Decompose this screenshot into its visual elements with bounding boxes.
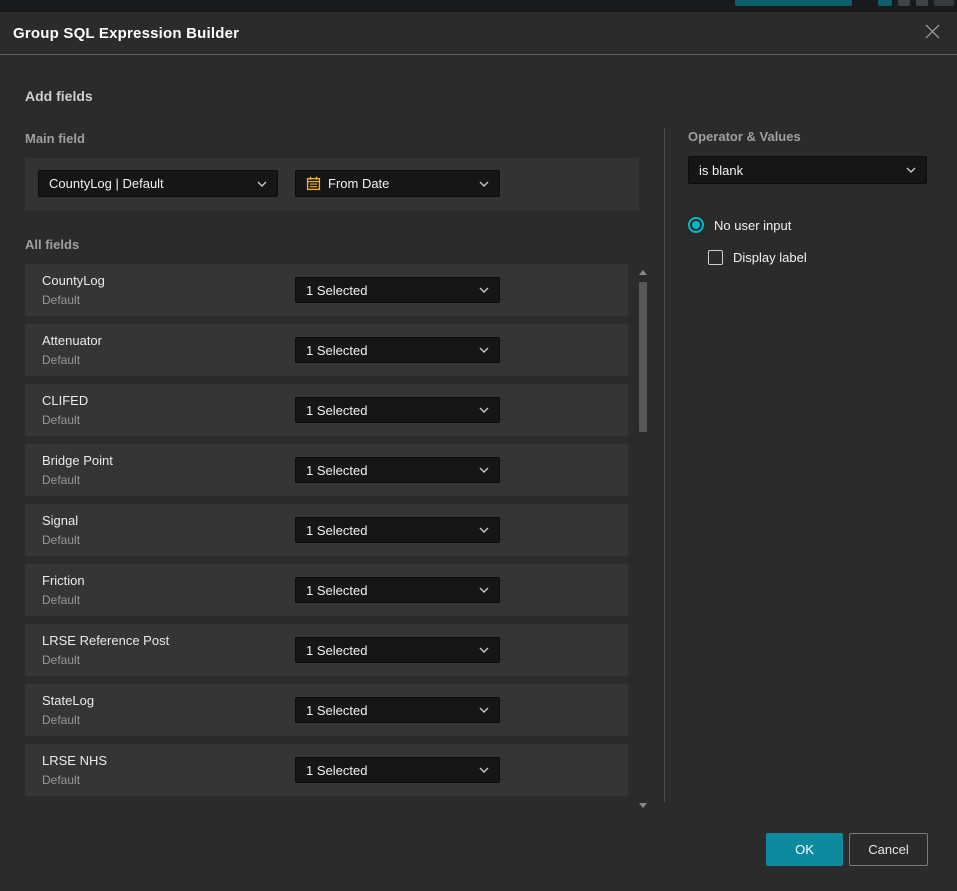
field-row: LRSE NHS Default 1 Selected [25, 744, 628, 796]
main-field-source-value: CountyLog | Default [49, 176, 164, 191]
chevron-down-icon [257, 181, 267, 187]
background-toolbar-fragment [878, 0, 892, 6]
scrollbar-up-arrow[interactable] [639, 270, 647, 275]
field-row-selected-dropdown[interactable]: 1 Selected [295, 577, 500, 603]
chevron-down-icon [479, 527, 489, 533]
main-field-field-dropdown[interactable]: From Date [295, 170, 500, 197]
field-row-selected-value: 1 Selected [306, 343, 367, 358]
main-field-source-dropdown[interactable]: CountyLog | Default [38, 170, 278, 197]
field-row-selected-value: 1 Selected [306, 703, 367, 718]
chevron-down-icon [479, 647, 489, 653]
field-row: StateLog Default 1 Selected [25, 684, 628, 736]
scrollbar-thumb[interactable] [639, 282, 647, 432]
field-row-selected-value: 1 Selected [306, 583, 367, 598]
chevron-down-icon [479, 707, 489, 713]
chevron-down-icon [479, 407, 489, 413]
main-field-panel: CountyLog | Default From Date [25, 158, 639, 211]
field-row-subtitle: Default [42, 353, 80, 367]
field-row-name: CountyLog [42, 273, 105, 288]
no-user-input-radio[interactable]: No user input [688, 217, 791, 233]
field-row-selected-dropdown[interactable]: 1 Selected [295, 637, 500, 663]
list-scrollbar [638, 264, 648, 810]
chevron-down-icon [906, 167, 916, 173]
field-row-selected-dropdown[interactable]: 1 Selected [295, 757, 500, 783]
field-row-selected-dropdown[interactable]: 1 Selected [295, 277, 500, 303]
no-user-input-label: No user input [714, 218, 791, 233]
radio-selected-icon [688, 217, 704, 233]
field-row-name: LRSE Reference Post [42, 633, 169, 648]
field-row-selected-value: 1 Selected [306, 643, 367, 658]
operator-value: is blank [699, 163, 743, 178]
calendar-date-icon [306, 176, 321, 191]
checkbox-unchecked-icon [708, 250, 723, 265]
close-icon [924, 23, 941, 43]
field-row-name: Attenuator [42, 333, 102, 348]
chevron-down-icon [479, 767, 489, 773]
scrollbar-down-arrow[interactable] [639, 803, 647, 808]
add-fields-heading: Add fields [25, 88, 93, 104]
all-fields-list: CountyLog Default 1 Selected Attenuator … [25, 264, 628, 804]
field-row-subtitle: Default [42, 773, 80, 787]
main-field-label: Main field [25, 131, 85, 146]
close-button[interactable] [919, 20, 945, 46]
field-row-subtitle: Default [42, 653, 80, 667]
dialog-title-bar: Group SQL Expression Builder [0, 12, 957, 55]
main-field-field-value: From Date [328, 176, 389, 191]
field-row-name: Bridge Point [42, 453, 113, 468]
display-label-checkbox[interactable]: Display label [708, 250, 807, 265]
field-row-selected-dropdown[interactable]: 1 Selected [295, 517, 500, 543]
field-row-subtitle: Default [42, 533, 80, 547]
field-row-subtitle: Default [42, 713, 80, 727]
background-app-strip [0, 0, 957, 12]
field-row: CountyLog Default 1 Selected [25, 264, 628, 316]
field-row: Signal Default 1 Selected [25, 504, 628, 556]
field-row: LRSE Reference Post Default 1 Selected [25, 624, 628, 676]
field-row: Friction Default 1 Selected [25, 564, 628, 616]
group-sql-expression-builder-dialog: Group SQL Expression Builder Add fields … [0, 12, 957, 891]
field-row-subtitle: Default [42, 593, 80, 607]
field-row-selected-value: 1 Selected [306, 523, 367, 538]
panel-divider [664, 128, 665, 802]
field-row-subtitle: Default [42, 473, 80, 487]
field-row-name: Friction [42, 573, 85, 588]
chevron-down-icon [479, 287, 489, 293]
field-row-name: StateLog [42, 693, 94, 708]
field-row: Attenuator Default 1 Selected [25, 324, 628, 376]
chevron-down-icon [479, 467, 489, 473]
field-row: CLIFED Default 1 Selected [25, 384, 628, 436]
field-row-selected-dropdown[interactable]: 1 Selected [295, 337, 500, 363]
field-row-selected-value: 1 Selected [306, 283, 367, 298]
operator-values-heading: Operator & Values [688, 129, 801, 144]
background-toolbar-fragment [898, 0, 910, 6]
field-row-name: Signal [42, 513, 78, 528]
field-row-selected-value: 1 Selected [306, 763, 367, 778]
field-row-name: CLIFED [42, 393, 88, 408]
display-label-label: Display label [733, 250, 807, 265]
dialog-title: Group SQL Expression Builder [13, 12, 239, 55]
background-live-view-fragment [735, 0, 852, 6]
field-row-selected-value: 1 Selected [306, 463, 367, 478]
all-fields-label: All fields [25, 237, 79, 252]
field-row-selected-dropdown[interactable]: 1 Selected [295, 397, 500, 423]
field-row: Bridge Point Default 1 Selected [25, 444, 628, 496]
field-row-selected-dropdown[interactable]: 1 Selected [295, 457, 500, 483]
chevron-down-icon [479, 347, 489, 353]
chevron-down-icon [479, 587, 489, 593]
cancel-button[interactable]: Cancel [849, 833, 928, 866]
ok-button[interactable]: OK [766, 833, 843, 866]
field-row-selected-dropdown[interactable]: 1 Selected [295, 697, 500, 723]
background-toolbar-fragment [916, 0, 928, 6]
operator-dropdown[interactable]: is blank [688, 156, 927, 184]
chevron-down-icon [479, 181, 489, 187]
background-toolbar-fragment [934, 0, 954, 6]
field-row-selected-value: 1 Selected [306, 403, 367, 418]
field-row-subtitle: Default [42, 413, 80, 427]
field-row-subtitle: Default [42, 293, 80, 307]
field-row-name: LRSE NHS [42, 753, 107, 768]
